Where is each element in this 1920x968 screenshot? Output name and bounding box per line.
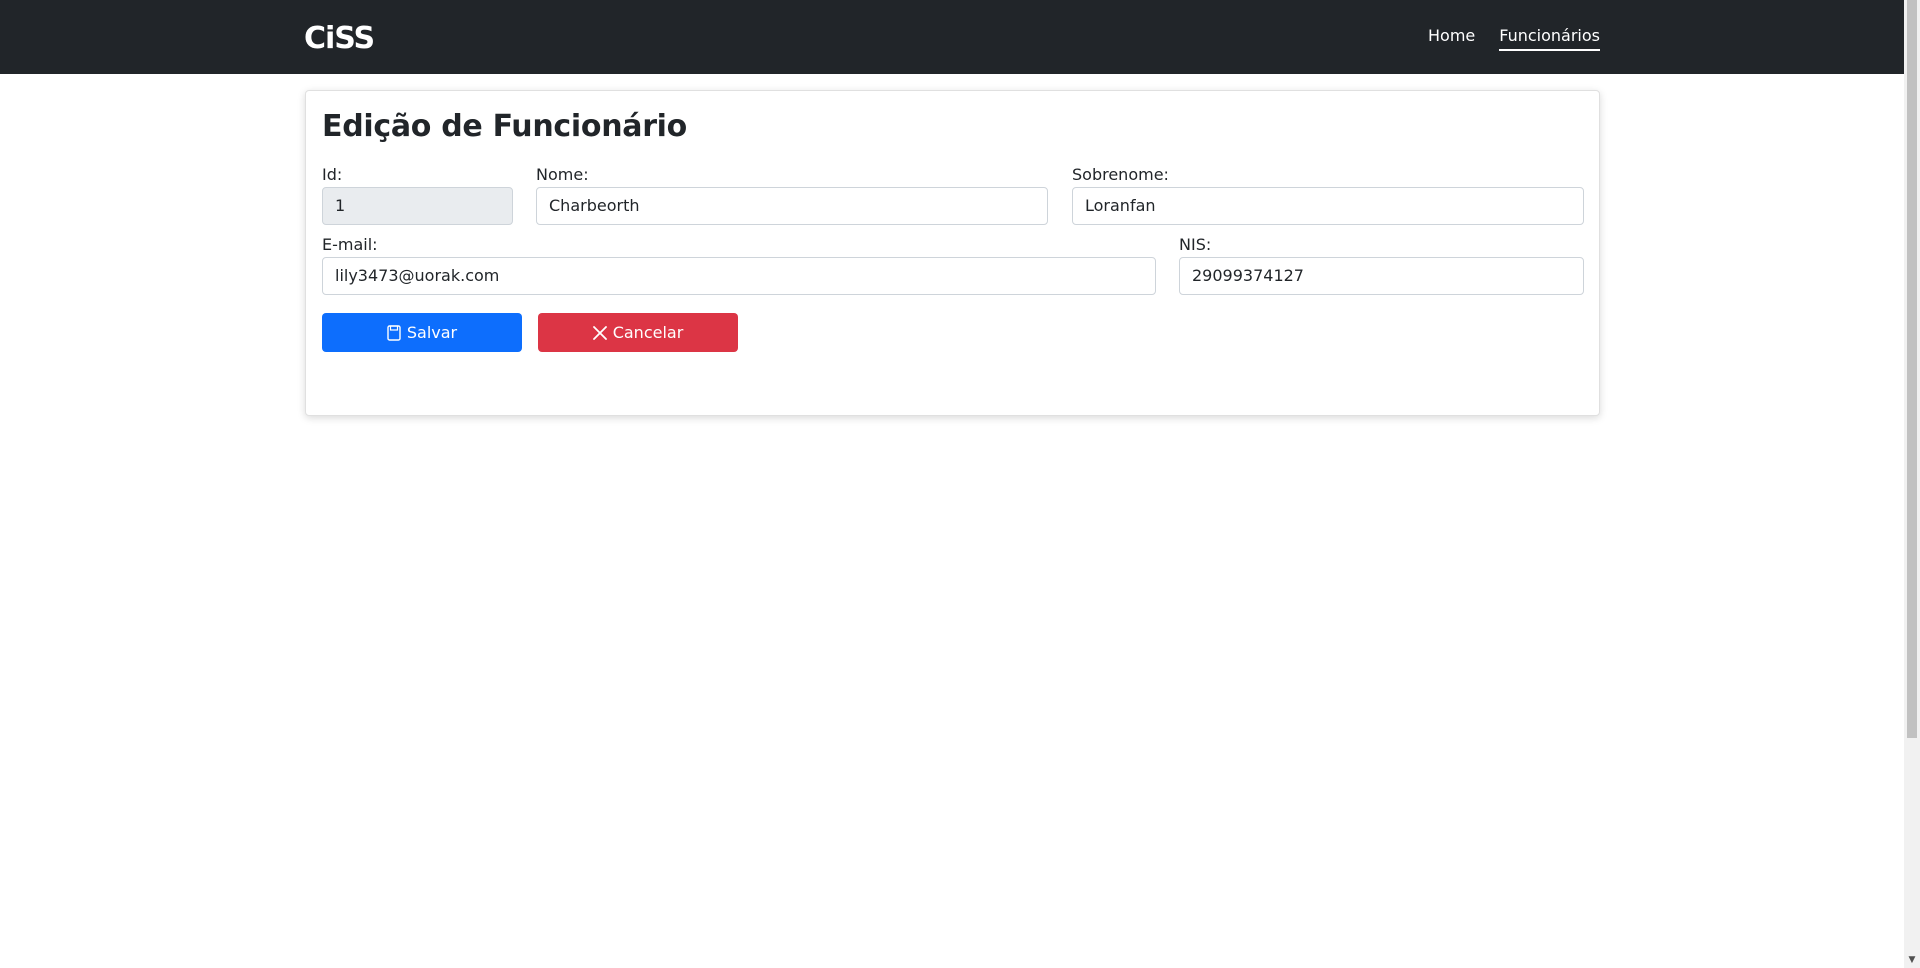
nome-label: Nome:	[536, 165, 589, 184]
sobrenome-field-group: Sobrenome: Loranfan	[1072, 165, 1584, 225]
edit-card: Edição de Funcionário Id: 1 Nome: Charbe…	[305, 90, 1600, 416]
page-title: Edição de Funcionário	[322, 109, 687, 144]
sobrenome-label: Sobrenome:	[1072, 165, 1169, 184]
nis-field-group: NIS: 29099374127	[1179, 235, 1584, 295]
id-input: 1	[322, 187, 513, 225]
nav-link-funcionarios[interactable]: Funcionários	[1499, 24, 1600, 51]
save-button[interactable]: Salvar	[322, 313, 522, 352]
sobrenome-input[interactable]: Loranfan	[1072, 187, 1584, 225]
id-label: Id:	[322, 165, 343, 184]
nome-input[interactable]: Charbeorth	[536, 187, 1048, 225]
cancel-button-label: Cancelar	[612, 323, 684, 342]
svg-text:CiSS: CiSS	[304, 21, 374, 54]
page-scrollbar[interactable]: ▼	[1904, 0, 1920, 968]
nis-label: NIS:	[1179, 235, 1212, 254]
nome-field-group: Nome: Charbeorth	[536, 165, 1048, 225]
id-field-group: Id: 1	[322, 165, 513, 225]
brand-logo[interactable]: CiSS	[304, 20, 384, 54]
nav-link-home[interactable]: Home	[1428, 24, 1475, 51]
floppy-disk-icon	[387, 324, 401, 341]
navbar: CiSS Home Funcionários	[0, 0, 1904, 74]
nis-input[interactable]: 29099374127	[1179, 257, 1584, 295]
nav-links: Home Funcionários	[1428, 24, 1600, 51]
ciss-logo-icon: CiSS	[304, 21, 375, 54]
scrollbar-thumb[interactable]	[1907, 0, 1917, 738]
email-label: E-mail:	[322, 235, 378, 254]
email-input[interactable]: lily3473@uorak.com	[322, 257, 1156, 295]
x-icon	[592, 325, 607, 340]
email-field-group: E-mail: lily3473@uorak.com	[322, 235, 1156, 295]
save-button-label: Salvar	[406, 323, 458, 342]
cancel-button[interactable]: Cancelar	[538, 313, 738, 352]
scroll-down-arrow-icon[interactable]: ▼	[1904, 952, 1920, 968]
